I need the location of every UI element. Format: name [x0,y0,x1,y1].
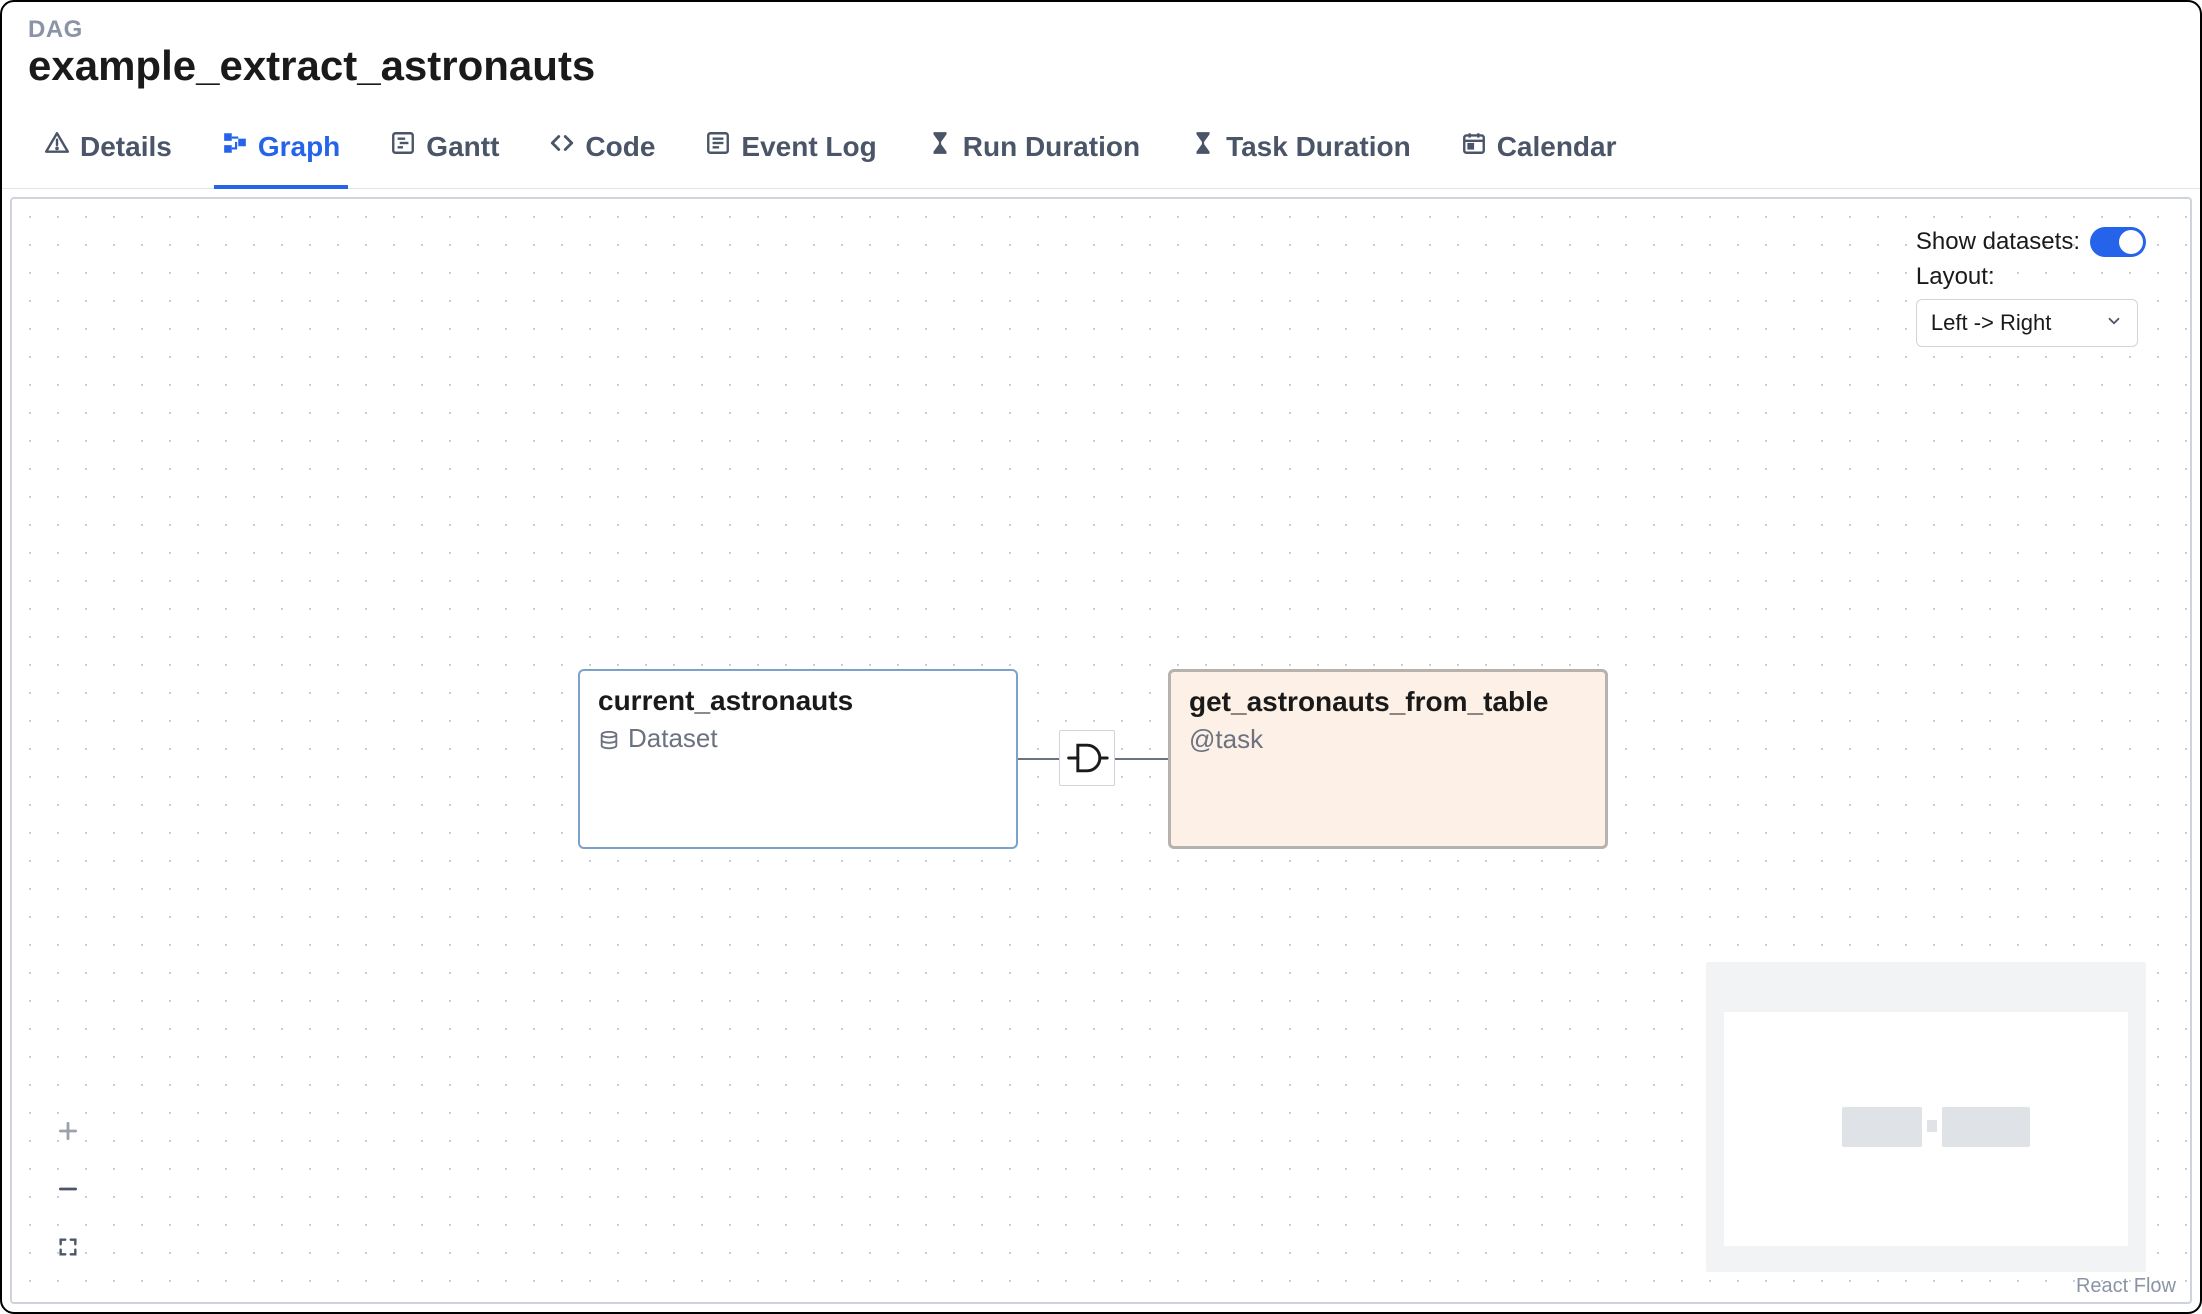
zoom-out-button[interactable] [46,1160,90,1218]
node-subtitle: Dataset [628,723,718,754]
tab-details[interactable]: Details [36,122,180,189]
tab-run-duration[interactable]: Run Duration [919,122,1148,189]
node-subtitle-row: Dataset [598,723,998,754]
tab-event-log[interactable]: Event Log [697,122,884,189]
code-icon [549,130,575,163]
tab-task-duration[interactable]: Task Duration [1182,122,1419,189]
node-dataset[interactable]: current_astronauts Dataset [578,669,1018,849]
tabs-bar: Details Graph Gantt Code Event Log [2,98,2200,189]
tab-label: Code [585,131,655,163]
tab-label: Task Duration [1226,131,1411,163]
page-title: example_extract_astronauts [28,42,2174,90]
tab-label: Graph [258,131,340,163]
fullscreen-button[interactable] [46,1218,90,1276]
calendar-icon [1461,130,1487,163]
gantt-icon [390,130,416,163]
app-frame: DAG example_extract_astronauts Details G… [0,0,2202,1314]
attribution: React Flow [2076,1275,2176,1298]
toggle-knob [2119,230,2143,254]
node-subtitle-row: @task [1189,724,1587,755]
hourglass-icon [927,130,953,163]
show-datasets-label: Show datasets: [1916,228,2080,256]
minimap-gate [1927,1120,1937,1132]
tab-label: Event Log [741,131,876,163]
show-datasets-toggle[interactable] [2090,227,2146,257]
node-task[interactable]: get_astronauts_from_table @task [1168,669,1608,849]
node-subtitle: @task [1189,724,1263,755]
graph-controls-panel: Show datasets: Layout: Left -> Right [1916,227,2146,347]
tab-label: Run Duration [963,131,1140,163]
show-datasets-row: Show datasets: [1916,227,2146,257]
zoom-controls [46,1102,90,1276]
node-title: get_astronauts_from_table [1189,686,1587,718]
minimap[interactable] [1706,962,2146,1272]
database-icon [598,728,620,750]
tab-label: Details [80,131,172,163]
node-title: current_astronauts [598,685,998,717]
minimap-node [1942,1107,2030,1147]
chevron-down-icon [2105,310,2123,336]
graph-canvas[interactable]: Show datasets: Layout: Left -> Right cur… [10,197,2192,1304]
layout-value: Left -> Right [1931,310,2051,336]
graph-nodes-icon [222,130,248,163]
tab-graph[interactable]: Graph [214,122,348,189]
tab-code[interactable]: Code [541,122,663,189]
tab-label: Calendar [1497,131,1617,163]
minimap-node [1842,1107,1922,1147]
and-gate-icon [1059,730,1115,786]
list-icon [705,130,731,163]
tab-label: Gantt [426,131,499,163]
warning-triangle-icon [44,130,70,163]
tab-gantt[interactable]: Gantt [382,122,507,189]
page-header: DAG example_extract_astronauts [2,2,2200,98]
minimap-viewport [1724,1012,2128,1246]
tab-calendar[interactable]: Calendar [1453,122,1625,189]
breadcrumb: DAG [28,16,2174,44]
layout-select[interactable]: Left -> Right [1916,299,2138,347]
zoom-in-button[interactable] [46,1102,90,1160]
layout-label: Layout: [1916,263,1995,291]
hourglass-icon [1190,130,1216,163]
